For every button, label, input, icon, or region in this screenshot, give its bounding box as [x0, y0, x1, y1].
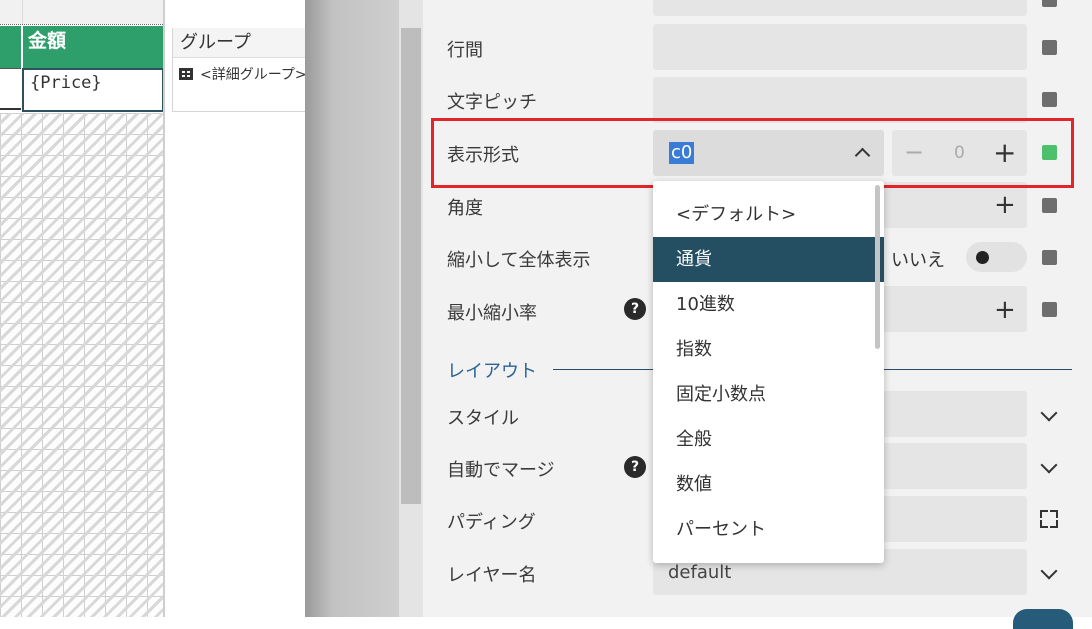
action-button[interactable] — [1013, 609, 1073, 629]
dropdown-option[interactable]: <デフォルト> — [653, 192, 884, 237]
group-panel: グループ <詳細グループ> — [165, 0, 402, 617]
toggle-label: いいえ — [891, 250, 945, 271]
status-indicator[interactable] — [1042, 40, 1057, 55]
column-header-price[interactable]: 金額 — [23, 26, 163, 68]
dropdown-option[interactable]: 指数 — [653, 327, 884, 372]
canvas-top-cell — [23, 0, 165, 24]
help-icon[interactable]: ? — [624, 456, 646, 478]
dropdown-option[interactable]: 全般 — [653, 417, 884, 462]
label-char-pitch: 文字ピッチ — [447, 92, 537, 113]
label-style: スタイル — [447, 408, 519, 429]
label-line-spacing: 行間 — [447, 40, 483, 61]
scrollbar-thumb[interactable] — [401, 28, 421, 504]
dropdown-option[interactable]: 10進数 — [653, 282, 884, 327]
layer-name-value[interactable]: default — [668, 562, 731, 583]
report-canvas[interactable]: 金額 {Price} — [0, 0, 165, 617]
dropdown-option[interactable]: パーセント — [653, 507, 884, 552]
group-item-detail[interactable]: <詳細グループ> — [179, 64, 307, 84]
section-divider — [0, 24, 165, 25]
label-padding: パディング — [447, 512, 536, 533]
status-indicator[interactable] — [1042, 302, 1057, 317]
plus-icon[interactable]: + — [994, 297, 1016, 323]
table-grid-icon — [179, 68, 193, 80]
label-auto-merge: 自動でマージ — [447, 460, 555, 481]
section-title-layout: レイアウト — [447, 361, 537, 382]
expand-icon[interactable] — [1040, 510, 1058, 528]
status-indicator[interactable] — [1042, 250, 1057, 265]
label-shrink-to-fit: 縮小して全体表示 — [447, 250, 591, 271]
char-pitch-field[interactable] — [653, 77, 1027, 123]
status-indicator[interactable] — [1042, 0, 1057, 7]
overlay-shadow — [305, 0, 399, 617]
chevron-down-icon[interactable] — [1040, 404, 1058, 422]
dropdown-scrollbar[interactable] — [875, 185, 880, 349]
dropdown-option[interactable]: 固定小数点 — [653, 372, 884, 417]
chevron-down-icon[interactable] — [1040, 456, 1058, 474]
label-min-scale: 最小縮小率 — [447, 303, 537, 324]
price-field-cell[interactable]: {Price} — [22, 68, 164, 112]
detail-cell[interactable] — [0, 68, 21, 110]
status-indicator[interactable] — [1042, 198, 1057, 213]
word-wrap-field[interactable] — [653, 0, 1027, 16]
label-layer-name: レイヤー名 — [447, 565, 537, 586]
dropdown-option[interactable]: 数値 — [653, 462, 884, 507]
empty-canvas-area — [0, 113, 163, 617]
highlight-frame — [431, 118, 1074, 188]
dropdown-option-selected[interactable]: 通貨 — [653, 237, 884, 282]
status-indicator[interactable] — [1042, 92, 1057, 107]
canvas-top-cell — [0, 0, 23, 24]
group-item-label: <詳細グループ> — [200, 67, 307, 83]
label-angle: 角度 — [447, 198, 483, 219]
help-icon[interactable]: ? — [624, 298, 646, 320]
format-dropdown-list[interactable]: <デフォルト> 通貨 10進数 指数 固定小数点 全般 数値 パーセント — [653, 181, 884, 563]
toggle-knob[interactable] — [976, 251, 989, 264]
column-header-cell[interactable] — [0, 26, 21, 68]
plus-icon[interactable]: + — [994, 192, 1016, 218]
line-spacing-field[interactable] — [653, 24, 1027, 70]
chevron-down-icon[interactable] — [1040, 562, 1058, 580]
